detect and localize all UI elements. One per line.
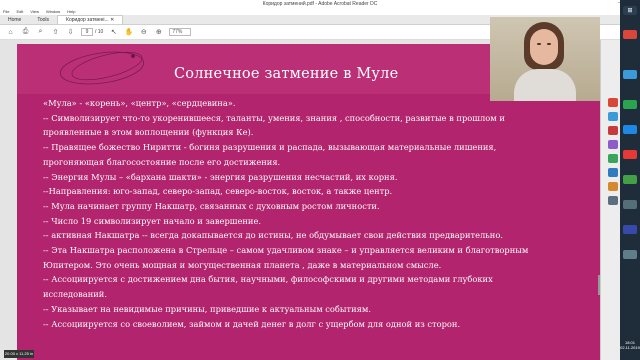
slide-body: «Мула» - «корень», «центр», «сердцевина»…: [43, 96, 600, 331]
slide-line: -- Ассоциируется со своеволием, займом и…: [43, 318, 461, 329]
menu-bar: File Edit View Window Help: [0, 8, 640, 15]
slide-line: -- активная Накшатра -- всегда докапывае…: [43, 230, 503, 241]
cursor-icon[interactable]: ↖: [109, 28, 118, 37]
export-pdf-icon[interactable]: [608, 98, 618, 107]
comment-icon[interactable]: [608, 140, 618, 149]
tab-home[interactable]: Home: [0, 15, 29, 24]
recorder-taskbar-icon[interactable]: [623, 250, 637, 259]
create-pdf-icon[interactable]: [608, 126, 618, 135]
window-title: Коридор затмений.pdf - Adobe Acrobat Rea…: [262, 1, 378, 7]
app-taskbar-icon[interactable]: [623, 225, 637, 234]
opera-taskbar-icon[interactable]: [623, 150, 637, 159]
hand-icon[interactable]: ✋: [124, 28, 133, 37]
slide-line: проявленные в этом воплощении (функция К…: [43, 127, 254, 138]
whatsapp-taskbar-icon[interactable]: [623, 100, 637, 109]
slide-line: -- Символизирует что-то укоренившееся, т…: [43, 112, 505, 123]
webcam-overlay: [490, 17, 600, 101]
more-tools-icon[interactable]: [608, 196, 618, 205]
slide-line: -- Мула начинает группу Накшатр, связанн…: [43, 200, 380, 211]
menu-help[interactable]: Help: [67, 9, 75, 14]
acrobat-taskbar-icon[interactable]: [623, 30, 637, 39]
slide-line: -- Указывает на невидимые причины, приве…: [43, 303, 371, 314]
start-icon[interactable]: ⊞: [623, 6, 637, 15]
menu-file[interactable]: File: [3, 9, 9, 14]
tab-document[interactable]: Коридор затмені... ✕: [57, 15, 124, 24]
slide-line: -- Правящее божество Ниритти - богиня ра…: [43, 142, 497, 153]
acrobat-window: Коридор затмений.pdf - Adobe Acrobat Rea…: [0, 0, 640, 360]
browser-taskbar-icon[interactable]: [623, 70, 637, 79]
slide-line: -- Эта Накшатра расположена в Стрельце –…: [43, 245, 529, 256]
title-bar: Коридор затмений.pdf - Adobe Acrobat Rea…: [0, 0, 640, 8]
slide-title: Солнечное затмение в Муле: [174, 66, 399, 82]
combine-files-icon[interactable]: [608, 154, 618, 163]
fill-sign-icon[interactable]: [608, 182, 618, 191]
tab-tools[interactable]: Tools: [29, 15, 57, 24]
arrow-down-icon[interactable]: ⇩: [66, 28, 75, 37]
decorative-swirl-icon: [59, 51, 145, 85]
menu-view[interactable]: View: [30, 9, 39, 14]
zoom-out-icon[interactable]: ⊖: [139, 28, 148, 37]
arrow-up-icon[interactable]: ⇧: [51, 28, 60, 37]
system-clock[interactable]: 18:01 02.11.2019: [620, 340, 640, 350]
chat-taskbar-icon[interactable]: [623, 175, 637, 184]
page-dimensions: 20.00 x 11.25 in: [4, 350, 34, 358]
page-number-input[interactable]: 9: [81, 28, 93, 36]
clock-date: 02.11.2019: [620, 345, 640, 350]
zoom-in-icon[interactable]: ⊕: [154, 28, 163, 37]
home-icon[interactable]: ⌂: [6, 28, 15, 37]
page-navigator: 9 / 10: [81, 28, 103, 36]
slide-line: --Направления: юго-запад, северо-запад, …: [43, 186, 393, 197]
slide-line: прогоняющая благосостояние после его дос…: [43, 156, 281, 167]
organize-pages-icon[interactable]: [608, 168, 618, 177]
menu-edit[interactable]: Edit: [16, 9, 23, 14]
slide-line: исследований.: [43, 289, 107, 300]
menu-window[interactable]: Window: [46, 9, 60, 14]
page-total: / 10: [95, 29, 104, 35]
skype-taskbar-icon[interactable]: [623, 125, 637, 134]
search-icon[interactable]: ⌕: [36, 28, 45, 37]
slide-line: -- Энергия Мулы – «бархана шакти» - энер…: [43, 171, 398, 182]
edit-pdf-icon[interactable]: [608, 112, 618, 121]
slide-line: Юпитером. Это очень мощная и могуществен…: [43, 259, 442, 270]
folder-taskbar-icon[interactable]: [623, 200, 637, 209]
slide-line: -- Число 19 символизирует начало и завер…: [43, 215, 261, 226]
print-icon[interactable]: ⎙: [21, 28, 30, 37]
slide-line: -- Ассоциируется с достижением дна бытия…: [43, 274, 493, 285]
zoom-select[interactable]: 77%: [169, 28, 192, 36]
